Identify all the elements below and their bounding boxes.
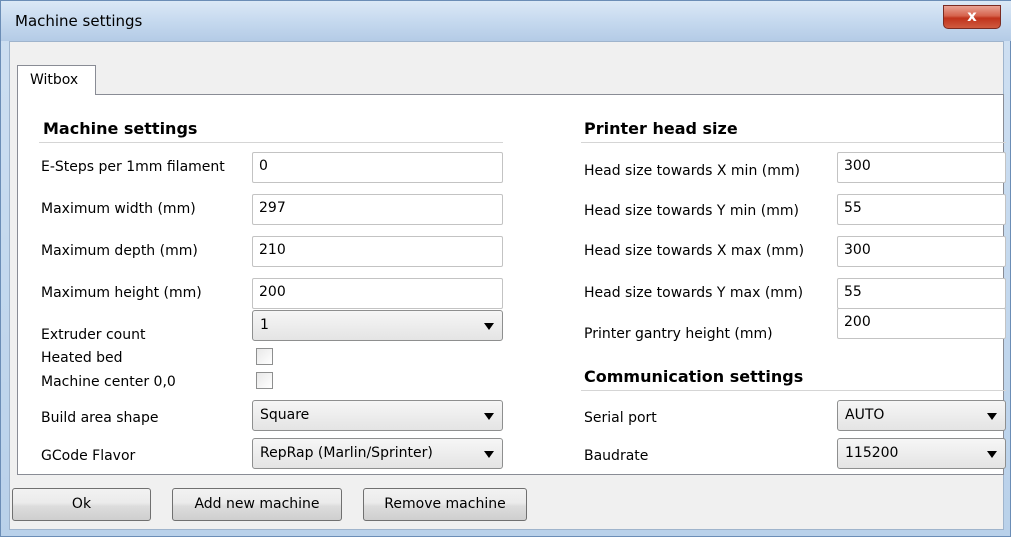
- baudrate-label: Baudrate: [584, 448, 649, 464]
- head-y-min-label: Head size towards Y min (mm): [584, 203, 799, 219]
- communication-heading: Communication settings: [584, 367, 804, 386]
- close-button[interactable]: x: [943, 5, 1001, 29]
- chevron-down-icon: [987, 451, 997, 458]
- max-width-input[interactable]: 297: [252, 194, 503, 225]
- chevron-down-icon: [484, 413, 494, 420]
- heated-bed-checkbox[interactable]: [256, 348, 273, 365]
- chevron-down-icon: [987, 413, 997, 420]
- max-width-label: Maximum width (mm): [41, 201, 196, 217]
- head-x-max-label: Head size towards X max (mm): [584, 243, 805, 259]
- head-x-min-input[interactable]: 300: [837, 152, 1006, 183]
- serial-port-value: AUTO: [845, 407, 885, 423]
- gcode-flavor-label: GCode Flavor: [41, 448, 136, 464]
- head-y-max-label: Head size towards Y max (mm): [584, 285, 804, 301]
- heated-bed-label: Heated bed: [41, 350, 123, 366]
- chevron-down-icon: [484, 451, 494, 458]
- max-height-input[interactable]: 200: [252, 278, 503, 309]
- remove-machine-button[interactable]: Remove machine: [363, 488, 527, 521]
- baudrate-value: 115200: [845, 445, 899, 461]
- serial-port-select[interactable]: AUTO: [837, 400, 1006, 431]
- extruder-count-label: Extruder count: [41, 327, 146, 343]
- gcode-flavor-select[interactable]: RepRap (Marlin/Sprinter): [252, 438, 503, 469]
- gcode-flavor-value: RepRap (Marlin/Sprinter): [260, 445, 433, 461]
- gantry-height-input[interactable]: 200: [837, 308, 1006, 339]
- section-divider: [581, 390, 1006, 391]
- gantry-height-label: Printer gantry height (mm): [584, 326, 773, 342]
- esteps-input[interactable]: 0: [252, 152, 503, 183]
- title-bar[interactable]: Machine settings x: [1, 1, 1011, 41]
- serial-port-label: Serial port: [584, 410, 657, 426]
- tab-witbox[interactable]: Witbox: [17, 65, 96, 95]
- head-y-max-input[interactable]: 55: [837, 278, 1006, 309]
- section-divider: [581, 142, 1006, 143]
- build-area-shape-label: Build area shape: [41, 410, 159, 426]
- extruder-count-value: 1: [260, 317, 269, 333]
- head-x-max-input[interactable]: 300: [837, 236, 1006, 267]
- window-title: Machine settings: [15, 12, 143, 30]
- build-area-shape-value: Square: [260, 407, 310, 423]
- machine-settings-window: Machine settings x Witbox Machine settin…: [0, 0, 1011, 537]
- max-depth-label: Maximum depth (mm): [41, 243, 198, 259]
- machine-center-label: Machine center 0,0: [41, 374, 176, 390]
- printer-head-heading: Printer head size: [584, 119, 738, 138]
- ok-button[interactable]: Ok: [12, 488, 151, 521]
- baudrate-select[interactable]: 115200: [837, 438, 1006, 469]
- max-depth-input[interactable]: 210: [252, 236, 503, 267]
- head-y-min-input[interactable]: 55: [837, 194, 1006, 225]
- machine-settings-heading: Machine settings: [43, 119, 198, 138]
- tab-label: Witbox: [30, 72, 79, 88]
- esteps-label: E-Steps per 1mm filament: [41, 159, 225, 175]
- close-icon: x: [967, 7, 977, 25]
- max-height-label: Maximum height (mm): [41, 285, 202, 301]
- section-divider: [39, 142, 503, 143]
- machine-center-checkbox[interactable]: [256, 372, 273, 389]
- extruder-count-select[interactable]: 1: [252, 310, 503, 341]
- add-new-machine-button[interactable]: Add new machine: [172, 488, 342, 521]
- build-area-shape-select[interactable]: Square: [252, 400, 503, 431]
- chevron-down-icon: [484, 323, 494, 330]
- head-x-min-label: Head size towards X min (mm): [584, 163, 800, 179]
